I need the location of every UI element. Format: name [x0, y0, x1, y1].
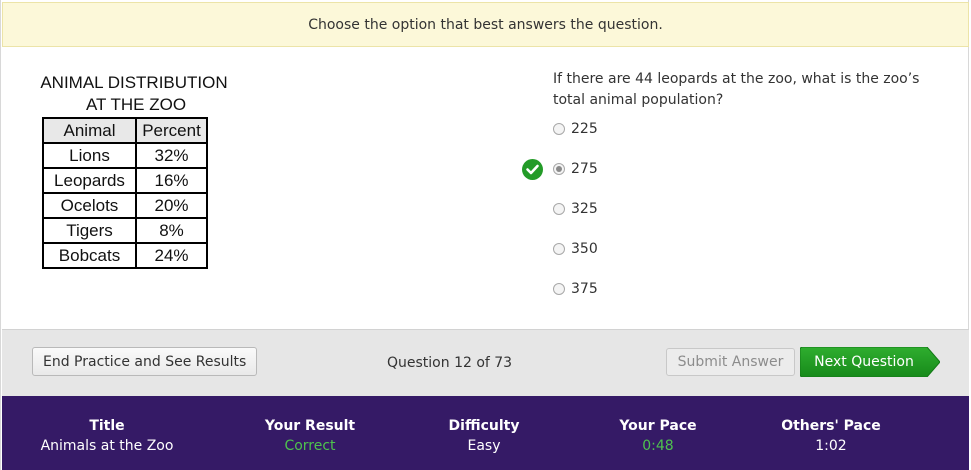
instruction-text: Choose the option that best answers the …	[308, 16, 663, 33]
animal-distribution-figure: ANIMAL DISTRIBUTION AT THE ZOO Animal Pe…	[29, 72, 239, 269]
option-325[interactable]: 325	[553, 198, 598, 220]
stat-result-label: Your Result	[264, 418, 356, 434]
table-row: Bobcats 24%	[42, 242, 208, 269]
question-counter: Question 12 of 73	[387, 355, 513, 371]
radio-button[interactable]	[553, 203, 565, 215]
option-225[interactable]: 225	[553, 118, 598, 140]
option-275[interactable]: 275	[553, 158, 598, 180]
option-label: 325	[571, 201, 598, 217]
animal-cell: Tigers	[42, 217, 137, 244]
practice-window: Choose the option that best answers the …	[0, 0, 969, 470]
animal-cell: Leopards	[42, 167, 137, 194]
stat-title-value: Animals at the Zoo	[40, 438, 174, 454]
submit-answer-button[interactable]: Submit Answer	[666, 348, 795, 376]
option-label: 275	[571, 161, 598, 177]
stat-result: Your Result Correct	[250, 416, 370, 456]
option-label: 350	[571, 241, 598, 257]
stat-difficulty-value: Easy	[467, 438, 501, 454]
table-row: Leopards 16%	[42, 167, 208, 194]
check-circle-icon	[522, 159, 543, 180]
stat-others-pace-value: 1:02	[815, 438, 847, 454]
stat-title-label: Title	[89, 418, 125, 434]
stat-your-pace-value: 0:48	[642, 438, 674, 454]
animal-cell: Lions	[42, 142, 137, 169]
header-percent: Percent	[135, 117, 208, 144]
next-question-label: Next Question	[814, 354, 914, 370]
table-row: Tigers 8%	[42, 217, 208, 244]
end-practice-button[interactable]: End Practice and See Results	[32, 347, 258, 376]
stat-result-value: Correct	[284, 438, 336, 454]
stat-difficulty: Difficulty Easy	[424, 416, 544, 456]
figure-title: ANIMAL DISTRIBUTION AT THE ZOO	[29, 72, 239, 116]
table-row: Ocelots 20%	[42, 192, 208, 219]
percent-cell: 32%	[135, 142, 208, 169]
question-text: If there are 44 leopards at the zoo, wha…	[553, 71, 920, 108]
percent-cell: 20%	[135, 192, 208, 219]
percent-cell: 24%	[135, 242, 208, 269]
stat-your-pace-label: Your Pace	[619, 418, 697, 434]
stat-your-pace: Your Pace 0:48	[598, 416, 718, 456]
next-question-button[interactable]: Next Question	[800, 347, 940, 377]
stat-difficulty-label: Difficulty	[448, 418, 520, 434]
stat-others-pace: Others' Pace 1:02	[771, 416, 891, 456]
radio-button-selected[interactable]	[553, 163, 565, 175]
table-header-row: Animal Percent	[42, 117, 208, 144]
percent-cell: 8%	[135, 217, 208, 244]
figure-title-line1: ANIMAL DISTRIBUTION	[40, 73, 228, 92]
option-375[interactable]: 375	[553, 278, 598, 300]
option-label: 375	[571, 281, 598, 297]
table-row: Lions 32%	[42, 142, 208, 169]
option-label: 225	[571, 121, 598, 137]
percent-cell: 16%	[135, 167, 208, 194]
action-bar: End Practice and See Results Question 12…	[2, 329, 969, 396]
animal-cell: Ocelots	[42, 192, 137, 219]
figure-title-line2: AT THE ZOO	[85, 95, 187, 114]
radio-button[interactable]	[553, 283, 565, 295]
stat-title: Title Animals at the Zoo	[27, 416, 187, 456]
stat-others-pace-label: Others' Pace	[781, 418, 881, 434]
stats-footer: Title Animals at the Zoo Your Result Cor…	[2, 396, 969, 470]
header-animal: Animal	[42, 117, 137, 144]
distribution-table: Animal Percent Lions 32% Leopards 16% Oc…	[42, 117, 208, 269]
animal-cell: Bobcats	[42, 242, 137, 269]
radio-button[interactable]	[553, 123, 565, 135]
option-350[interactable]: 350	[553, 238, 598, 260]
radio-button[interactable]	[553, 243, 565, 255]
instruction-bar: Choose the option that best answers the …	[2, 2, 969, 47]
